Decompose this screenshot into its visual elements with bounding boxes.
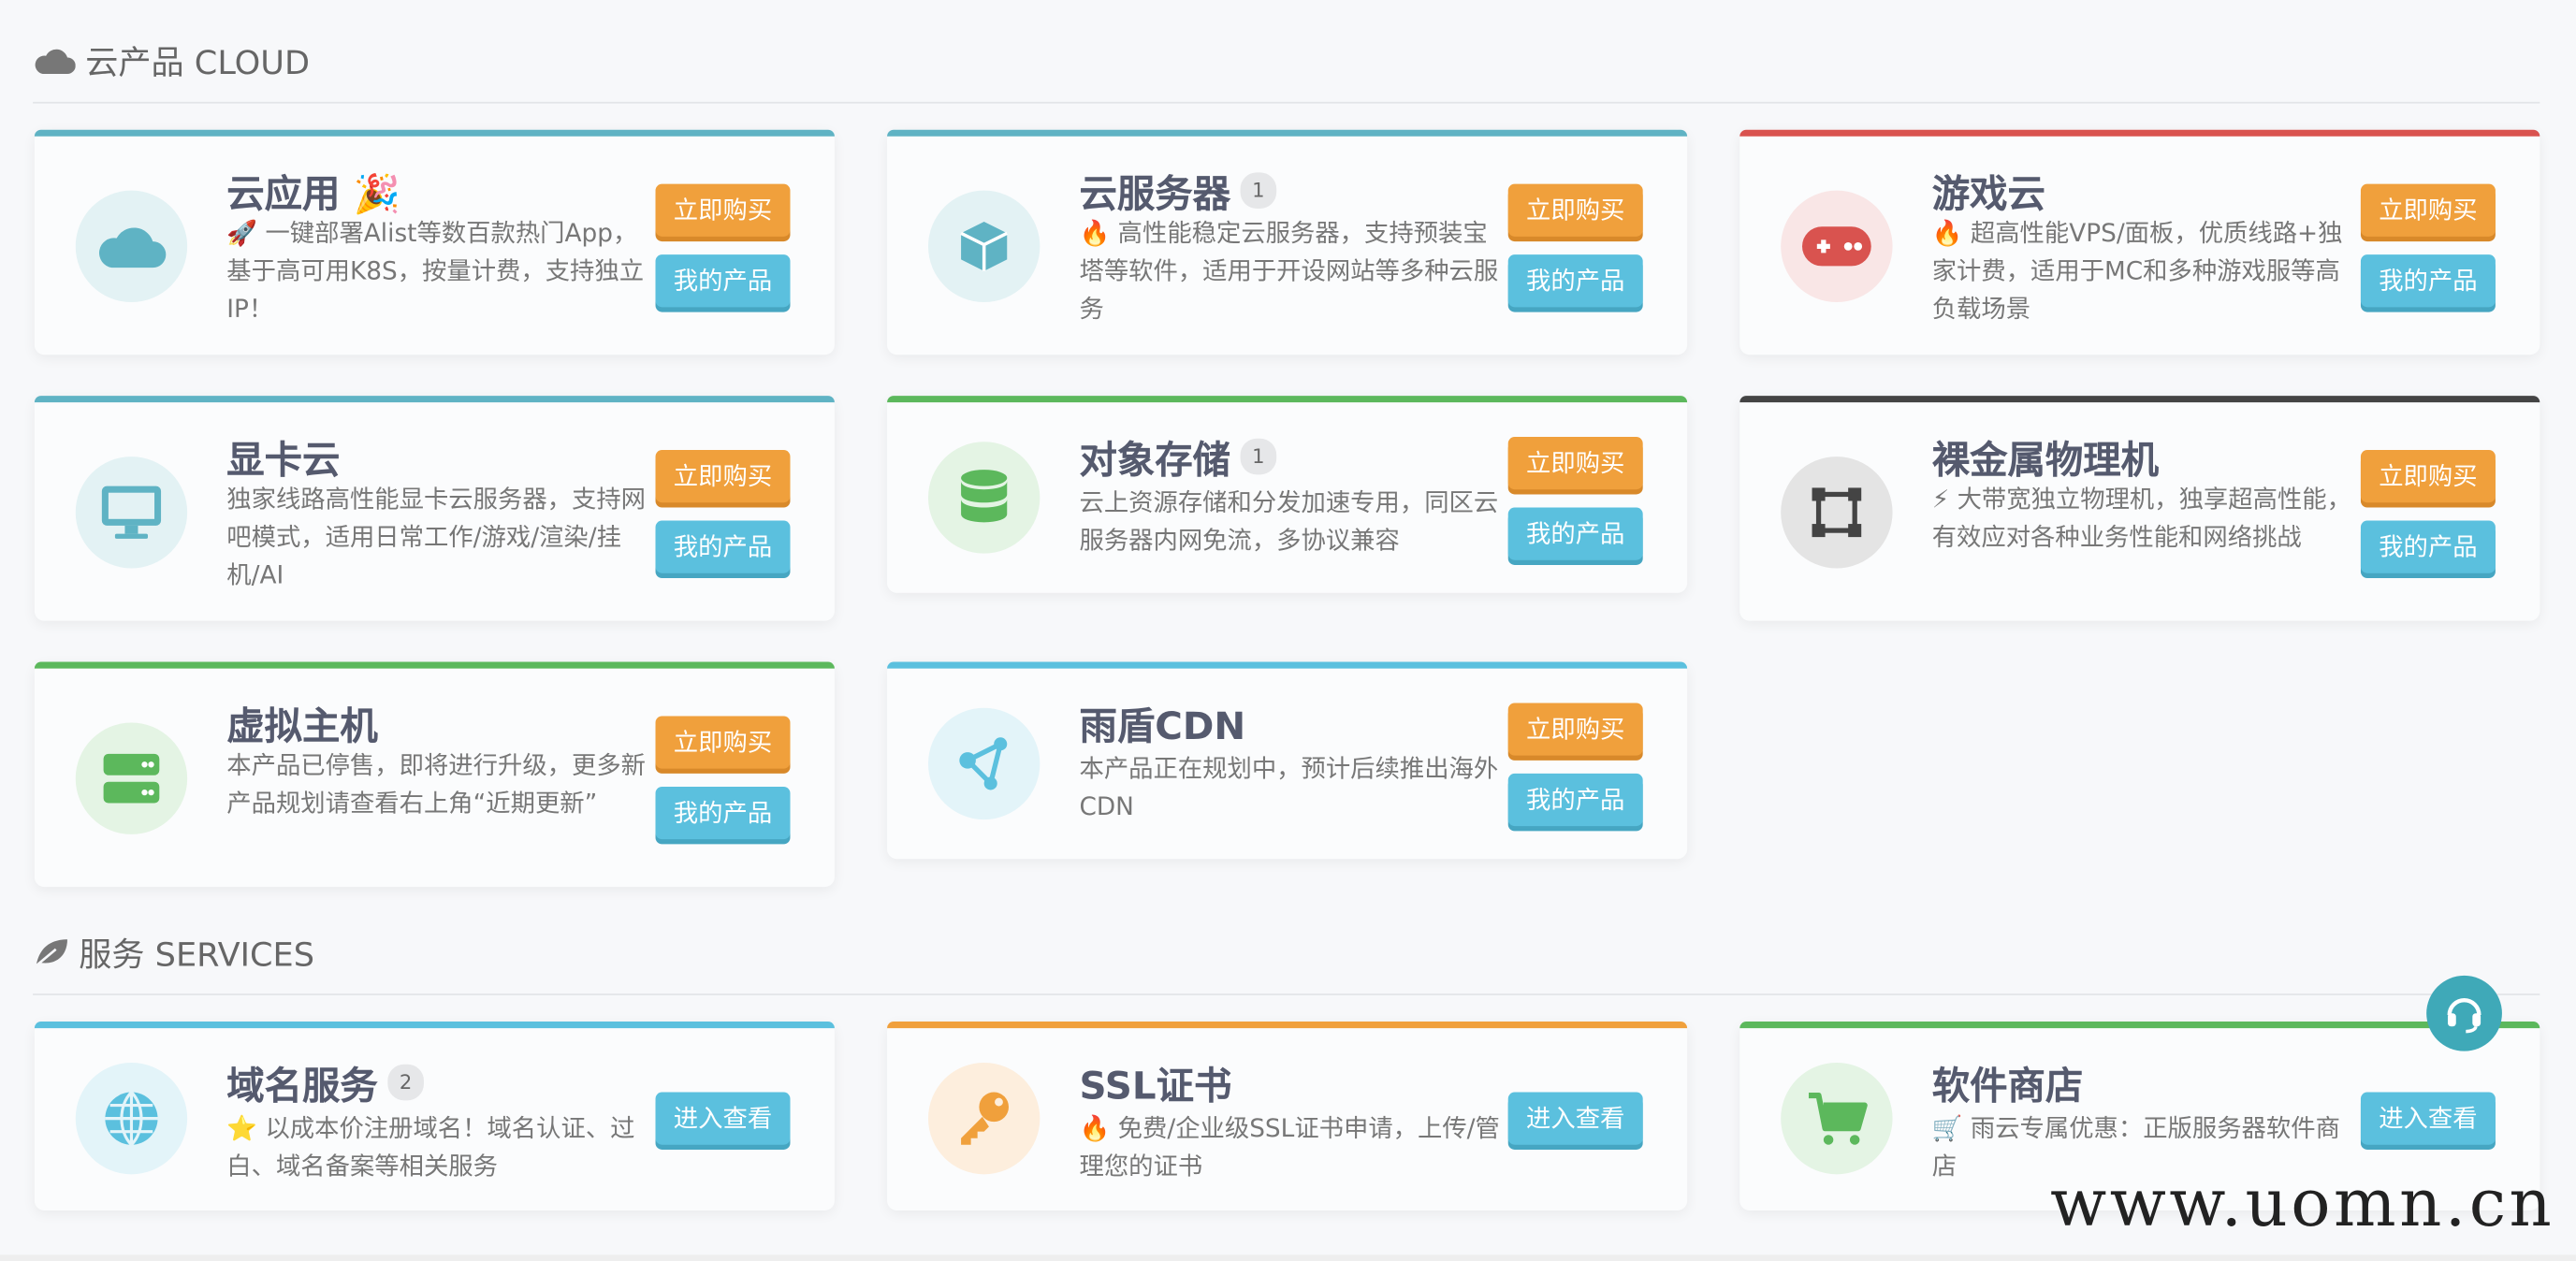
my-products-button[interactable]: 我的产品 [655,254,791,308]
share-icon-circle [927,707,1041,820]
card-accent-bar [34,129,835,137]
key-icon-circle [927,1062,1041,1175]
card-description: 本产品已停售，即将进行升级，更多新产品规划请查看右上角“近期更新” [226,750,647,819]
globe-icon [105,1091,158,1146]
card-accent-bar [1739,396,2540,403]
service-card-domain: 域名服务 2 ⭐ 以成本价注册域名！域名认证、过白、域名备案等相关服务 进入查看 [34,1022,835,1210]
gamepad-icon-circle [1781,190,1893,303]
my-products-button[interactable]: 我的产品 [1507,254,1643,308]
buy-now-button[interactable]: 立即购买 [1507,437,1643,490]
card-accent-bar [887,1022,1688,1029]
count-badge: 1 [1240,172,1277,209]
count-badge: 1 [1240,438,1277,475]
card-description: 独家线路高性能显卡云服务器，支持网吧模式，适用日常工作/游戏/渲染/挂机/AI [226,484,647,590]
share-icon [959,737,1008,790]
cart-icon-circle [1781,1062,1893,1175]
my-products-button[interactable]: 我的产品 [1507,507,1643,560]
divider [33,101,2540,104]
card-description: 本产品正在规划中，预计后续推出海外CDN [1079,753,1499,821]
services-section-label: 服务 SERVICES [79,934,314,975]
view-button[interactable]: 进入查看 [1507,1092,1643,1145]
buy-now-button[interactable]: 立即购买 [1507,703,1643,756]
card-description: ⭐ 以成本价注册域名！域名认证、过白、域名备案等相关服务 [226,1113,635,1181]
card-title: 软件商店 [1931,1065,2084,1109]
my-products-button[interactable]: 我的产品 [655,520,791,573]
server-icon [103,753,160,804]
cart-icon [1809,1092,1868,1145]
view-button[interactable]: 进入查看 [655,1092,791,1145]
chip-icon [1812,487,1862,538]
card-title: 显卡云 [226,440,341,484]
cloud-section-label: 云产品 CLOUD [85,42,311,82]
my-products-button[interactable]: 我的产品 [655,786,791,840]
buy-now-button[interactable]: 立即购买 [655,183,791,237]
buy-now-button[interactable]: 立即购买 [2360,183,2496,237]
product-card-cloud-app: 云应用 🎉 🚀 一键部署Alist等数百款热门App，基于高可用K8S，按量计费… [34,129,835,355]
product-card-virtual-host: 虚拟主机 本产品已停售，即将进行升级，更多新产品规划请查看右上角“近期更新” 立… [34,661,835,888]
service-card-ssl: SSL证书 🔥 免费/企业级SSL证书申请，上传/管理您的证书 进入查看 [887,1022,1688,1210]
support-button[interactable] [2426,975,2502,1051]
cube-icon [960,222,1009,271]
product-card-object-storage: 对象存储 1 云上资源存储和分发加速专用，同区云服务器内网免流，多协议兼容 立即购… [887,396,1688,593]
card-title: 雨盾CDN [1079,705,1246,749]
buy-now-button[interactable]: 立即购买 [2360,450,2496,503]
cloud-icon-circle [75,190,188,303]
card-accent-bar [34,396,835,403]
globe-icon-circle [75,1062,188,1175]
card-title: 云服务器 1 [1079,163,1277,219]
card-accent-bar [1739,129,2540,137]
card-accent-bar [34,1022,835,1029]
product-card-cdn: 雨盾CDN 本产品正在规划中，预计后续推出海外CDN 立即购买 我的产品 [887,661,1688,860]
my-products-button[interactable]: 我的产品 [2360,520,2496,573]
key-icon [961,1092,1009,1145]
my-products-button[interactable]: 我的产品 [1507,773,1643,827]
server-icon-circle [75,722,188,834]
card-description: 🔥 免费/企业级SSL证书申请，上传/管理您的证书 [1079,1113,1500,1181]
cloud-icon [35,48,76,74]
buy-now-button[interactable]: 立即购买 [655,450,791,503]
card-description: 🚀 一键部署Alist等数百款热门App，基于高可用K8S，按量计费，支持独立I… [226,218,645,324]
cloud-icon [99,227,167,268]
buy-now-button[interactable]: 立即购买 [655,716,791,769]
card-title: 云应用 🎉 [226,174,400,217]
database-icon-circle [927,442,1041,554]
card-accent-bar [1739,1022,2540,1029]
count-badge: 2 [387,1064,424,1101]
my-products-button[interactable]: 我的产品 [2360,254,2496,308]
cloud-section-title: 云产品 CLOUD [33,36,310,84]
card-title: 游戏云 [1931,174,2045,217]
view-button[interactable]: 进入查看 [2360,1092,2496,1145]
card-title: 虚拟主机 [226,705,378,749]
buy-now-button[interactable]: 立即购买 [1507,183,1643,237]
monitor-icon-circle [75,457,188,569]
chip-icon-circle [1781,457,1893,569]
watermark-text: www.uomn.cn [2050,1166,2555,1242]
card-accent-bar [34,661,835,669]
product-card-cloud-server: 云服务器 1 🔥 高性能稳定云服务器，支持预装宝塔等软件，适用于开设网站等多种云服… [887,129,1688,355]
divider [33,993,2540,995]
product-card-bare-metal: 裸金属物理机 ⚡ 大带宽独立物理机，独享超高性能，有效应对各种业务性能和网络挑战… [1739,396,2540,621]
card-accent-bar [887,661,1688,669]
database-icon [961,470,1008,523]
card-title: 对象存储 1 [1079,428,1277,485]
card-title: 域名服务 2 [226,1054,424,1110]
headset-icon [2447,998,2481,1034]
monitor-icon [101,486,162,539]
card-description: ⚡ 大带宽独立物理机，独享超高性能，有效应对各种业务性能和网络挑战 [1931,484,2351,552]
card-accent-bar [887,129,1688,137]
leaf-icon [35,938,67,966]
bottom-border [0,1254,2576,1261]
card-accent-bar [887,396,1688,403]
card-title: SSL证书 [1079,1065,1232,1109]
card-description: 🔥 高性能稳定云服务器，支持预装宝塔等软件，适用于开设网站等多种云服务 [1079,218,1499,324]
services-section-title: 服务 SERVICES [33,928,314,976]
card-title: 裸金属物理机 [1931,440,2159,484]
product-card-gpu-cloud: 显卡云 独家线路高性能显卡云服务器，支持网吧模式，适用日常工作/游戏/渲染/挂机… [34,396,835,621]
card-description: 🔥 超高性能VPS/面板，优质线路+独家计费，适用于MC和多种游戏服等高负载场景 [1931,218,2343,324]
card-description: 云上资源存储和分发加速专用，同区云服务器内网免流，多协议兼容 [1079,487,1499,556]
product-card-game-cloud: 游戏云 🔥 超高性能VPS/面板，优质线路+独家计费，适用于MC和多种游戏服等高… [1739,129,2540,355]
cube-icon-circle [927,190,1041,303]
gamepad-icon [1802,226,1871,267]
